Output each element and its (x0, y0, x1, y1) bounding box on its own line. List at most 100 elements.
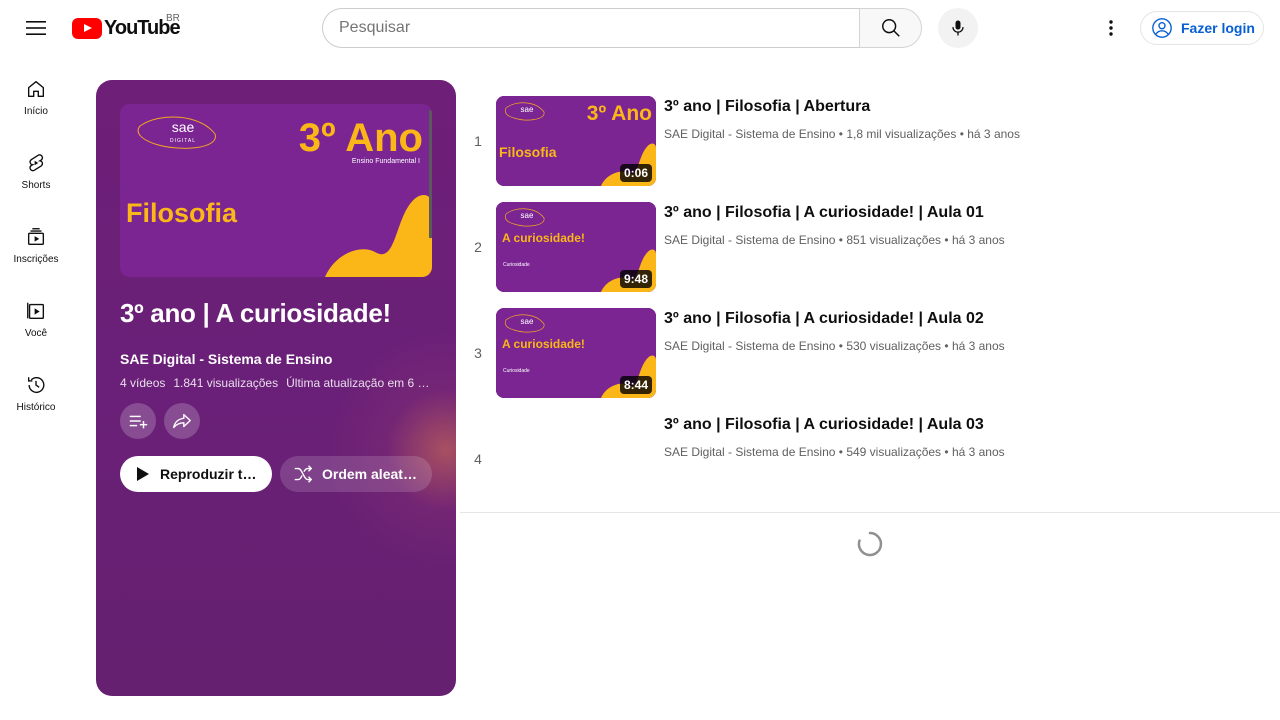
video-views: 549 visualizações (846, 445, 942, 459)
nav-label: Você (24, 328, 48, 339)
playlist-video-item[interactable]: 4 3º ano | Filosofia | A curiosidade! | … (460, 406, 1280, 512)
more-vert-icon (1109, 20, 1113, 36)
video-duration: 8:44 (619, 376, 652, 394)
thumb-brand-sub: DIGITAL (170, 138, 196, 144)
video-views: 1,8 mil visualizações (846, 127, 957, 141)
search-icon (881, 19, 900, 37)
thumb-sub: Curiosidade (503, 368, 530, 374)
nav-item-you[interactable]: Você (4, 278, 68, 352)
playlist-video-item[interactable]: 2 sae A curiosidade! Curiosidade 9:48 3º… (460, 194, 1280, 300)
video-index: 1 (474, 133, 482, 149)
video-thumbnail[interactable]: sae A curiosidade! Curiosidade 9:48 (496, 202, 656, 292)
video-meta: SAE Digital - Sistema de Ensino • 530 vi… (664, 339, 1005, 353)
search-input[interactable] (322, 8, 859, 48)
meta-separator: • (944, 339, 952, 353)
video-title[interactable]: 3º ano | Filosofia | A curiosidade! | Au… (664, 416, 984, 434)
thumb-brand: sae (172, 119, 195, 135)
video-channel[interactable]: SAE Digital - Sistema de Ensino (664, 339, 835, 353)
last-updated: Última atualização em 6 d... (286, 376, 432, 390)
search-bar (322, 8, 922, 48)
view-count: 1.841 visualizações (173, 376, 279, 390)
playlist-title: 3º ano | A curiosidade! (120, 298, 391, 328)
nav-item-history[interactable]: Histórico (4, 352, 68, 426)
video-duration: 0:06 (619, 164, 652, 182)
nav-label: Histórico (16, 402, 56, 413)
thumbnail-stack-edge (429, 110, 432, 238)
playlist-stats: 4 vídeos 1.841 visualizações Última atua… (120, 376, 432, 390)
playlist-header-panel: sae DIGITAL 3º Ano Ensino Fundamental I … (96, 80, 456, 696)
video-thumbnail[interactable]: sae 3º Ano Filosofia 0:06 (496, 96, 656, 186)
video-title[interactable]: 3º ano | Filosofia | A curiosidade! | Au… (664, 204, 984, 222)
playlist-thumbnail-art: sae DIGITAL 3º Ano Ensino Fundamental I … (120, 104, 432, 277)
playlist-video-item[interactable]: 1 sae 3º Ano Filosofia 0:06 3º ano | Fil… (460, 88, 1280, 194)
thumb-subject: Filosofia (126, 198, 238, 228)
video-count: 4 vídeos (120, 376, 166, 390)
video-age: há 3 anos (967, 127, 1020, 141)
video-duration: 9:48 (619, 270, 652, 288)
thumb-brand: sae (521, 105, 534, 114)
list-divider (460, 512, 1280, 513)
video-views: 530 visualizações (846, 339, 942, 353)
video-index: 3 (474, 345, 482, 361)
account-icon (1152, 18, 1172, 38)
video-index: 2 (474, 239, 482, 255)
playlist-video-list: 1 sae 3º Ano Filosofia 0:06 3º ano | Fil… (460, 88, 1280, 512)
microphone-icon (952, 20, 964, 36)
search-button[interactable] (859, 8, 922, 48)
nav-label: Inscrições (13, 254, 59, 265)
playlist-thumbnail[interactable]: sae DIGITAL 3º Ano Ensino Fundamental I … (120, 104, 432, 277)
video-meta: SAE Digital - Sistema de Ensino • 1,8 mi… (664, 127, 1020, 141)
thumb-heading: A curiosidade! (502, 337, 585, 351)
video-title[interactable]: 3º ano | Filosofia | A curiosidade! | Au… (664, 310, 984, 328)
video-age: há 3 anos (951, 339, 1005, 353)
video-age: há 3 anos (951, 445, 1005, 459)
thumb-grade: 3º Ano (299, 116, 423, 160)
video-channel[interactable]: SAE Digital - Sistema de Ensino (664, 233, 835, 247)
video-title[interactable]: 3º ano | Filosofia | Abertura (664, 98, 870, 116)
video-age: há 3 anos (951, 233, 1005, 247)
more-options-button[interactable] (1091, 8, 1131, 48)
shuffle-icon (294, 465, 313, 483)
playlist-video-item[interactable]: 3 sae A curiosidade! Curiosidade 8:44 3º… (460, 300, 1280, 406)
video-channel[interactable]: SAE Digital - Sistema de Ensino (664, 445, 835, 459)
save-playlist-button[interactable] (120, 403, 156, 439)
nav-item-subscriptions[interactable]: Inscrições (4, 204, 68, 278)
playlist-add-icon (129, 415, 148, 429)
video-meta: SAE Digital - Sistema de Ensino • 549 vi… (664, 445, 1005, 459)
meta-separator: • (944, 445, 952, 459)
youtube-logo[interactable]: YouTube (72, 17, 181, 39)
nav-item-home[interactable]: Início (4, 56, 68, 130)
top-bar: YouTube BR Fazer login (0, 0, 1280, 56)
shuffle-label: Ordem aleatória (322, 466, 422, 482)
history-icon (27, 377, 45, 394)
sign-in-label: Fazer login (1181, 20, 1255, 36)
you-icon (27, 302, 45, 320)
sign-in-button[interactable]: Fazer login (1140, 11, 1264, 45)
voice-search-button[interactable] (938, 8, 978, 48)
thumb-subject: Filosofia (499, 144, 557, 160)
nav-item-shorts[interactable]: Shorts (4, 130, 68, 204)
thumb-heading: A curiosidade! (502, 231, 585, 245)
nav-label: Início (24, 106, 48, 117)
youtube-play-icon (72, 17, 102, 39)
side-nav: Início Shorts Inscrições Você Histórico (4, 56, 68, 426)
menu-icon[interactable] (16, 8, 56, 48)
share-icon (173, 413, 191, 429)
video-thumbnail-placeholder[interactable] (496, 414, 656, 504)
playlist-channel[interactable]: SAE Digital - Sistema de Ensino (120, 351, 332, 367)
country-code: BR (166, 13, 180, 24)
loading-spinner-icon (856, 530, 884, 558)
play-all-button[interactable]: Reproduzir tudo (120, 456, 272, 492)
video-channel[interactable]: SAE Digital - Sistema de Ensino (664, 127, 835, 141)
thumb-brand: sae (521, 317, 534, 326)
shuffle-button[interactable]: Ordem aleatória (280, 456, 432, 492)
home-icon (27, 80, 45, 98)
share-button[interactable] (164, 403, 200, 439)
nav-label: Shorts (21, 180, 51, 191)
shorts-icon (29, 154, 44, 172)
thumb-brand: sae (521, 211, 534, 220)
thumb-grade: 3º Ano (587, 102, 652, 125)
video-meta: SAE Digital - Sistema de Ensino • 851 vi… (664, 233, 1005, 247)
thumb-sub: Curiosidade (503, 262, 530, 268)
video-thumbnail[interactable]: sae A curiosidade! Curiosidade 8:44 (496, 308, 656, 398)
